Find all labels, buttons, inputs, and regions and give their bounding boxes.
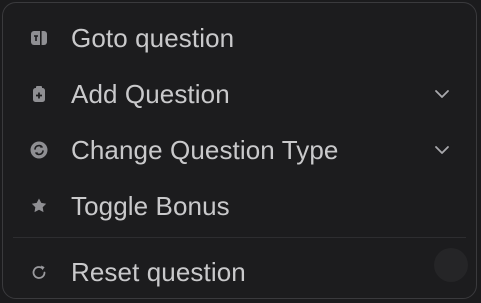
faded-circle — [434, 248, 468, 282]
menu-item-toggle-bonus[interactable]: Toggle Bonus — [3, 184, 476, 228]
clipboard-plus-icon — [29, 84, 49, 104]
menu-item-reset-question[interactable]: Reset question — [3, 250, 476, 294]
menu-item-label: Reset question — [71, 256, 246, 287]
chevron-down-icon — [434, 89, 450, 99]
goto-question-icon — [29, 28, 49, 48]
chevron-down-icon — [434, 145, 450, 155]
reset-icon — [29, 262, 49, 282]
menu-item-label: Add Question — [71, 78, 230, 109]
menu-item-change-question-type[interactable]: Change Question Type — [3, 128, 476, 172]
context-menu: Goto question Add Question Change Questi… — [2, 2, 477, 299]
menu-item-label: Change Question Type — [71, 134, 339, 165]
menu-item-goto-question[interactable]: Goto question — [3, 16, 476, 60]
menu-divider — [13, 237, 466, 238]
swap-circle-icon — [29, 140, 49, 160]
menu-item-add-question[interactable]: Add Question — [3, 72, 476, 116]
star-badge-icon — [29, 196, 49, 216]
menu-item-label: Goto question — [71, 22, 235, 53]
menu-item-label: Toggle Bonus — [71, 190, 230, 221]
